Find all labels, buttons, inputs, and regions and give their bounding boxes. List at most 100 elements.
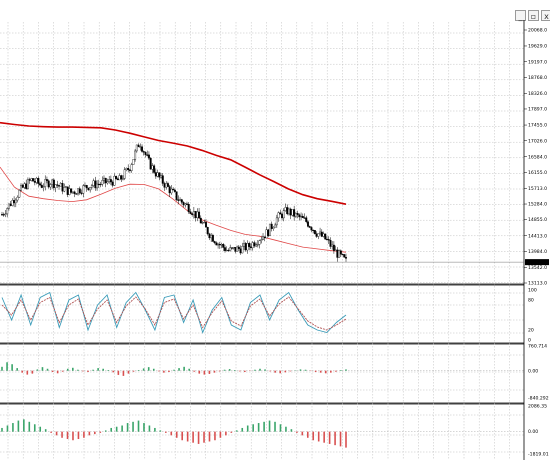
candle-body: [113, 176, 116, 186]
candle-body: [201, 222, 204, 224]
candle-body: [263, 236, 266, 239]
candle-body: [317, 233, 320, 237]
candle-body: [9, 203, 12, 206]
y-tick-label: 14855.0: [528, 217, 547, 223]
candle-body: [23, 183, 26, 188]
candle-body: [56, 184, 59, 186]
candle-body: [225, 249, 228, 252]
candle-body: [249, 246, 252, 249]
candle-body: [268, 223, 271, 237]
candle-body: [312, 229, 315, 232]
candle-body: [277, 212, 280, 219]
candle-body: [343, 254, 346, 258]
candle-body: [215, 242, 218, 246]
y-tick-label: 13113.0: [528, 281, 547, 287]
candle-body: [108, 179, 111, 182]
candle-body: [173, 189, 176, 192]
candle-body: [336, 249, 339, 258]
candle-body: [134, 150, 137, 160]
candle-body: [198, 211, 201, 219]
candle-body: [294, 212, 297, 217]
candle-body: [109, 179, 112, 183]
candle-body: [116, 178, 119, 181]
candle-body: [39, 183, 42, 186]
y-tick-label: 16584.0: [528, 154, 547, 160]
moving-average-1: [0, 121, 347, 205]
candle-body: [115, 176, 118, 180]
candle-body: [298, 214, 301, 218]
candle-body: [305, 217, 308, 222]
candle-body: [239, 248, 242, 254]
candle-body: [208, 233, 211, 239]
candle-body: [287, 208, 290, 215]
candle-body: [319, 231, 322, 234]
y-tick-label: 17026.0: [528, 138, 547, 144]
y-tick-label: 18768.0: [528, 75, 547, 81]
candle-body: [279, 212, 282, 215]
candle-body: [272, 227, 275, 229]
candle-body: [13, 200, 16, 204]
candle-body: [246, 243, 249, 251]
candle-body: [284, 207, 287, 211]
candle-body: [97, 183, 100, 186]
candle-body: [71, 191, 74, 193]
oscillator-panel-1: [0, 362, 524, 376]
candle-body: [274, 224, 277, 228]
candle-body: [90, 185, 93, 188]
candle-body: [230, 247, 233, 249]
candle-body: [291, 209, 294, 216]
candle-body: [265, 229, 268, 239]
y-tick-label: 17897.0: [528, 107, 547, 113]
candle-body: [52, 179, 55, 188]
candle-body: [94, 180, 97, 189]
candle-body: [194, 210, 197, 219]
candle-body: [59, 183, 62, 187]
candle-body: [217, 243, 220, 246]
oscillator-tick-label: 760.714: [528, 344, 547, 350]
candle-body: [182, 202, 185, 206]
y-tick-label: 13542.0: [528, 265, 547, 271]
y-tick-label: 17455.0: [528, 123, 547, 129]
candle-body: [127, 168, 130, 171]
candle-body: [128, 169, 131, 171]
candle-body: [35, 178, 38, 183]
candle-body: [54, 184, 57, 188]
candle-body: [82, 185, 85, 194]
candle-body: [243, 243, 245, 247]
candle-body: [199, 217, 202, 224]
candle-body: [125, 168, 128, 170]
candle-body: [177, 199, 180, 201]
candle-body: [144, 152, 147, 155]
price-panel: [0, 121, 524, 263]
candle-body: [4, 213, 7, 215]
chart-window: _ ▫ x 20068.0 19629.0 19197.0 18768.0 18326.…: [0, 0, 550, 467]
y-tick-label: 15713.0: [528, 186, 547, 192]
candle-body: [49, 184, 52, 188]
candle-body: [87, 187, 90, 191]
candle-body: [345, 257, 347, 259]
chart-area: 20068.0 19629.0 19197.0 18768.0 18326.0 17897…: [0, 20, 549, 460]
candle-body: [165, 183, 168, 188]
candle-body: [61, 183, 64, 192]
oscillator-tick-label: 0.00: [528, 429, 538, 435]
candle-body: [308, 226, 311, 228]
candle-body: [189, 211, 192, 214]
y-tick-label: 19197.0: [528, 59, 547, 65]
candle-body: [293, 209, 296, 217]
candle-body: [260, 239, 263, 241]
oscillator-panel-2: [0, 419, 524, 448]
candle-body: [251, 242, 254, 249]
candle-body: [63, 187, 66, 192]
candle-body: [137, 144, 140, 148]
candle-body: [253, 242, 256, 247]
stochastic-tick-label: 20: [528, 328, 534, 334]
candle-body: [282, 210, 285, 219]
candle-body: [111, 181, 114, 186]
candle-body: [332, 244, 335, 251]
candle-body: [21, 184, 24, 188]
candle-body: [7, 203, 10, 209]
candle-body: [184, 203, 187, 206]
candle-body: [30, 178, 33, 181]
candle-body: [341, 253, 344, 256]
candle-body: [141, 146, 143, 152]
